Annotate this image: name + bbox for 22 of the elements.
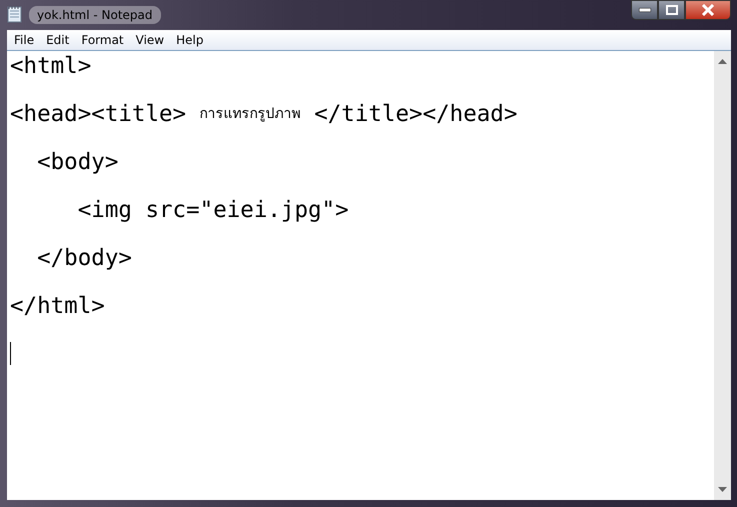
- code-line: </html>: [9, 292, 106, 321]
- menu-item[interactable]: File: [8, 33, 40, 47]
- maximize-icon: [666, 5, 678, 15]
- code-line: <body>: [36, 148, 120, 177]
- menu-item[interactable]: Help: [170, 33, 210, 47]
- scroll-down-icon[interactable]: [718, 487, 727, 492]
- code-line: </body>: [36, 244, 133, 273]
- close-button[interactable]: [685, 0, 731, 20]
- menu-item[interactable]: View: [130, 33, 170, 47]
- notepad-icon: [7, 5, 23, 23]
- scroll-bar[interactable]: [714, 51, 731, 500]
- scroll-up-icon[interactable]: [718, 59, 727, 64]
- minimize-button[interactable]: [631, 0, 658, 20]
- menu-item[interactable]: Edit: [40, 33, 76, 47]
- code-line: <html>: [9, 52, 92, 81]
- maximize-button[interactable]: [658, 0, 685, 20]
- minimize-icon: [638, 8, 650, 12]
- close-icon: [701, 4, 715, 16]
- window-title: yok.html - Notepad: [29, 6, 160, 24]
- menu-item[interactable]: Format: [75, 33, 130, 47]
- code-line: <img src="eiei.jpg">: [76, 196, 350, 225]
- code-line: <head><title> การแทรกรูปภาพ </title></head>: [9, 100, 518, 129]
